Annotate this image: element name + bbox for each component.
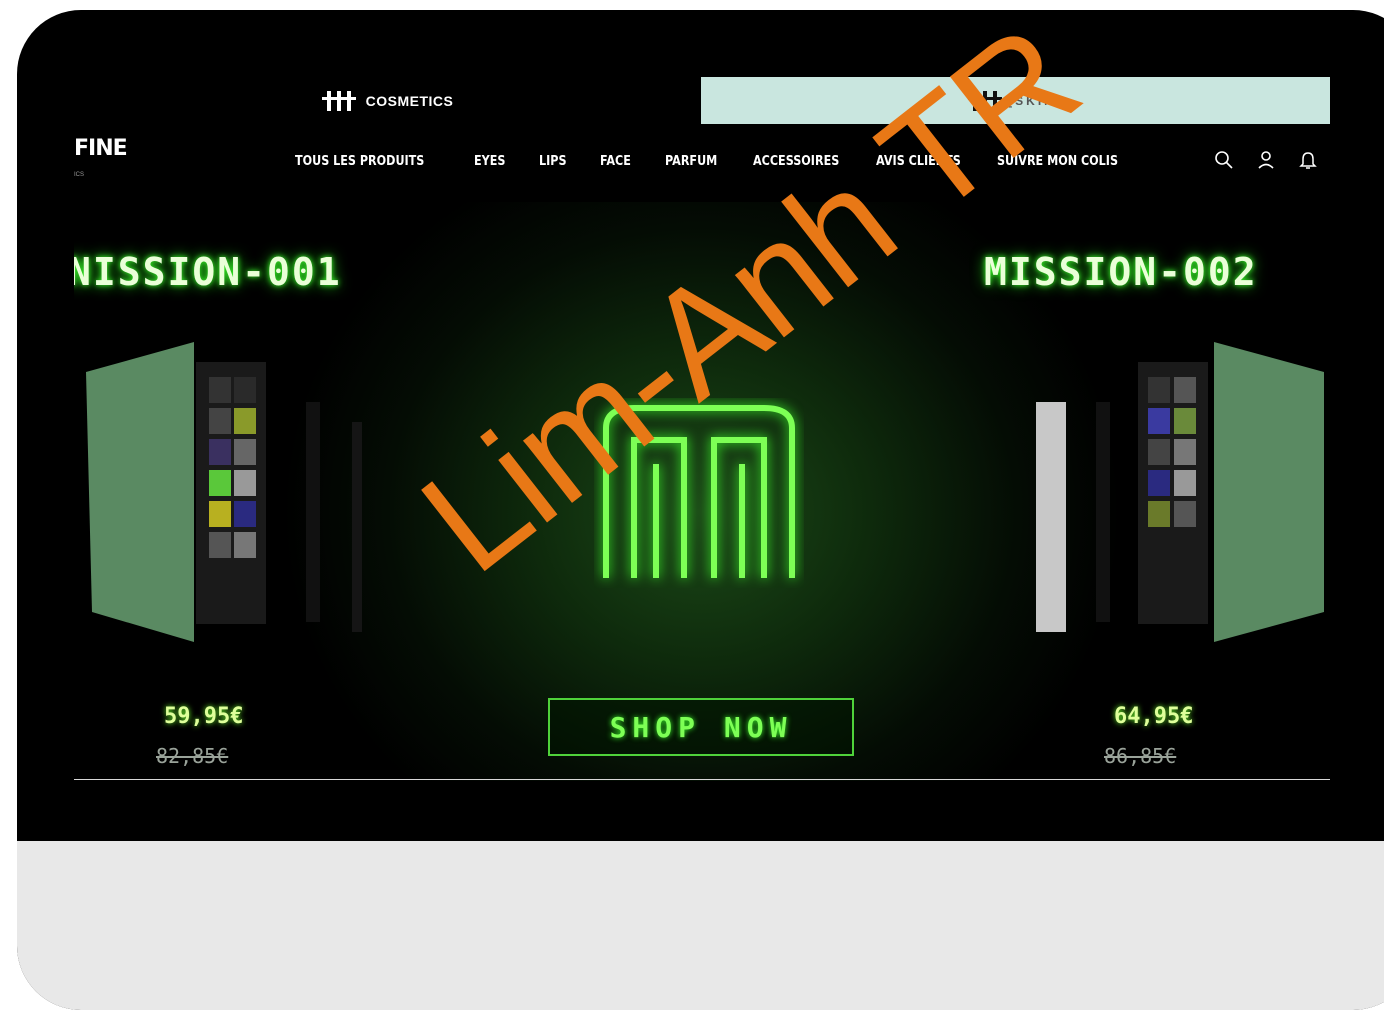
cosmetics-tab[interactable]: COSMETICS — [74, 77, 701, 124]
mission-001-title: NISSION-001 — [74, 250, 342, 294]
nav-item-tous-les-produits[interactable]: TOUS LES PRODUITS — [295, 154, 424, 169]
neon-m-logo-icon — [603, 405, 795, 578]
mission-001-price: 59,95€ — [164, 704, 244, 729]
user-icon[interactable] — [1256, 150, 1276, 170]
skin-label: [SKIN] — [1008, 93, 1063, 108]
device-bottom-panel — [17, 841, 1384, 1010]
site-logo[interactable]: FINE — [74, 136, 128, 161]
mission-001-product-image — [86, 342, 362, 642]
mission-001-old-price: 82,85€ — [156, 744, 229, 768]
cosmetics-label: COSMETICS — [365, 92, 454, 109]
device-frame: COSMETICS [SKIN] FINE ICS TOUS LES PRODU… — [17, 10, 1384, 1010]
bell-icon[interactable] — [1298, 150, 1318, 170]
website-screen: COSMETICS [SKIN] FINE ICS TOUS LES PRODU… — [74, 77, 1330, 781]
site-logo-sub: ICS — [74, 172, 85, 178]
nav-item-avis-clients[interactable]: AVIS CLIENTS — [876, 154, 961, 169]
nav-menu: TOUS LES PRODUITS EYES LIPS FACE PARFUM … — [295, 154, 1123, 169]
nav-item-suivre-mon-colis[interactable]: SUIVRE MON COLIS — [997, 154, 1118, 169]
mission-002-price: 64,95€ — [1114, 704, 1194, 729]
brand-logo-icon — [321, 90, 356, 111]
nav-item-face[interactable]: FACE — [600, 154, 631, 169]
hero-banner[interactable]: NISSION-001 MISSION-002 59,95€ 82,85€ 64… — [74, 202, 1330, 781]
shop-now-button[interactable]: SHOP NOW — [548, 698, 854, 756]
nav-item-eyes[interactable]: EYES — [474, 154, 505, 169]
mission-002-old-price: 86,85€ — [1104, 744, 1177, 768]
mission-002-title: MISSION-002 — [984, 250, 1258, 294]
main-nav: FINE ICS TOUS LES PRODUITS EYES LIPS FAC… — [74, 124, 1330, 202]
mission-002-product-image — [1036, 342, 1324, 642]
nav-item-lips[interactable]: LIPS — [539, 154, 567, 169]
brand-switch-bar: COSMETICS [SKIN] — [74, 77, 1330, 124]
skin-tab[interactable]: [SKIN] — [701, 77, 1330, 124]
brand-logo-icon — [968, 90, 1003, 111]
nav-icons — [1214, 150, 1318, 170]
nav-item-parfum[interactable]: PARFUM — [665, 154, 717, 169]
hero-divider — [74, 779, 1330, 780]
search-icon[interactable] — [1214, 150, 1234, 170]
nav-item-accessoires[interactable]: ACCESSOIRES — [753, 154, 839, 169]
